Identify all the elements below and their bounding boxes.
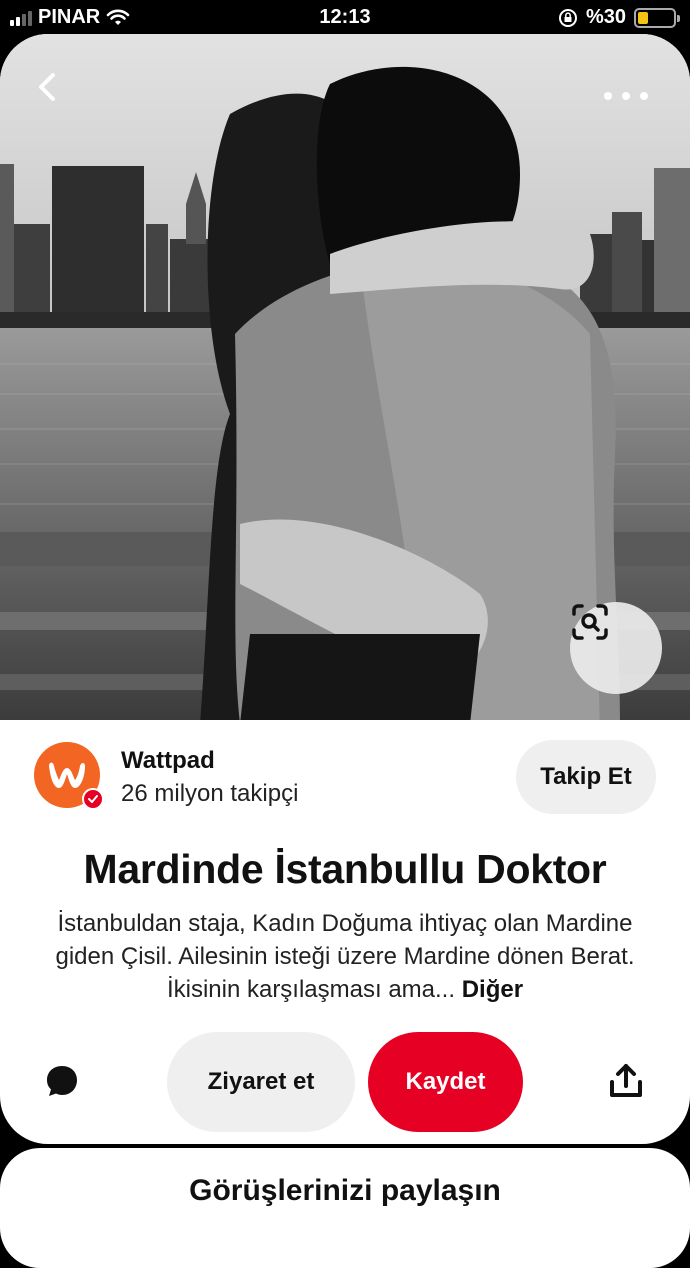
- comment-icon: [47, 1066, 77, 1096]
- back-arrow-icon: [39, 73, 55, 101]
- creator-name[interactable]: Wattpad: [121, 747, 215, 775]
- pin-description-text: İstanbuldan staja, Kadın Doğuma ihtiyaç …: [55, 910, 635, 1003]
- more-dots-icon: [640, 92, 648, 100]
- comment-button[interactable]: [44, 1063, 80, 1099]
- battery-fill: [638, 11, 649, 24]
- save-button[interactable]: Kaydet: [368, 1032, 523, 1132]
- read-more-link[interactable]: Diğer: [462, 976, 523, 1003]
- follower-count: 26 milyon takipçi: [121, 780, 299, 807]
- more-dots-icon: [622, 92, 630, 100]
- creator-row: Wattpad 26 milyon takipçi Takip Et: [0, 734, 690, 824]
- pin-image[interactable]: [0, 34, 690, 720]
- more-dots-icon: [604, 92, 612, 100]
- follow-button[interactable]: Takip Et: [516, 740, 656, 814]
- visit-button[interactable]: Ziyaret et: [167, 1032, 355, 1132]
- more-options-button[interactable]: [604, 84, 648, 108]
- visual-search-button[interactable]: [570, 602, 662, 694]
- pin-description: İstanbuldan staja, Kadın Doğuma ihtiyaç …: [40, 907, 650, 1006]
- back-button[interactable]: [36, 72, 76, 112]
- battery-icon: [634, 7, 680, 28]
- orientation-lock-icon: [558, 8, 577, 27]
- verified-badge-icon: [82, 788, 104, 810]
- avatar[interactable]: [34, 742, 104, 810]
- comments-section-title[interactable]: Görüşlerinizi paylaşın: [0, 1174, 690, 1208]
- share-icon: [610, 1064, 642, 1097]
- visual-search-icon: [572, 604, 608, 640]
- pin-title: Mardinde İstanbullu Doktor: [83, 846, 607, 892]
- status-bar: PINAR 12:13 %30: [0, 0, 690, 36]
- status-right: %30: [558, 6, 680, 29]
- comments-card: Görüşlerinizi paylaşın: [0, 1148, 690, 1268]
- battery-percent: %30: [585, 6, 626, 28]
- wattpad-logo-icon: [49, 762, 85, 788]
- pin-card: Wattpad 26 milyon takipçi Takip Et Mardi…: [0, 34, 690, 1144]
- share-button[interactable]: [608, 1062, 644, 1100]
- action-bar: Ziyaret et Kaydet: [0, 1032, 690, 1132]
